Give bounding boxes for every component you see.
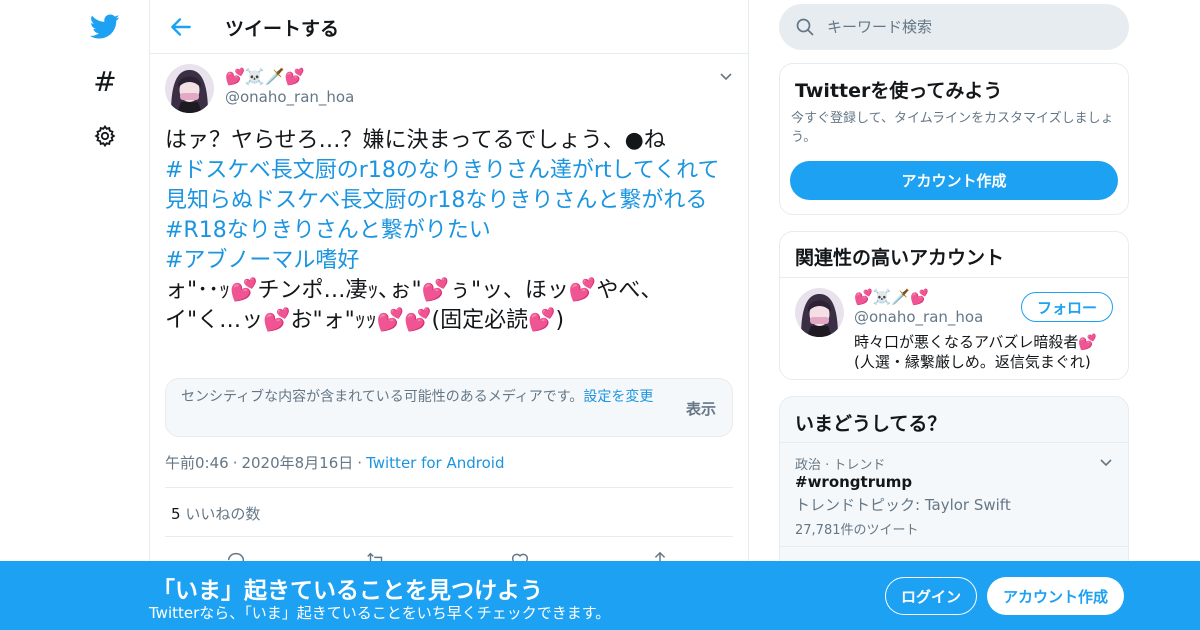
divider [780, 546, 1128, 547]
trend-topic: トレンドトピック: Taylor Swift [795, 496, 1011, 514]
likes-count[interactable]: 5 いいねの数 [171, 503, 260, 524]
create-account-button[interactable]: アカウント作成 [790, 161, 1118, 200]
related-accounts-title: 関連性の高いアカウント [795, 247, 1005, 269]
account-handle[interactable]: @onaho_ran_hoa [854, 308, 983, 326]
show-media-button[interactable]: 表示 [686, 398, 716, 419]
tweet-text-line: はァ？ヤらせろ…？嫌に決まってるでしょう、●ね [165, 128, 666, 153]
hashtag-link[interactable]: #アブノーマル嗜好 [165, 246, 735, 276]
sensitive-media-notice: センシティブな内容が含まれている可能性のあるメディアです。設定を変更 表示 [165, 378, 733, 437]
author-name[interactable]: 💕☠️🗡️💕 [225, 67, 305, 86]
sensitive-notice-label: センシティブな内容が含まれている可能性のあるメディアです。 [181, 389, 584, 405]
page-title: ツイートする [225, 18, 340, 40]
twitter-bird-icon[interactable] [88, 10, 122, 44]
main-column: ツイートする 💕☠️🗡️💕 @onaho_ran_hoa はァ？ヤらせろ…？嫌に… [149, 0, 749, 630]
signup-card-description: 今すぐ登録して、タイムラインをカスタマイズしましょう。 [791, 111, 1114, 145]
search-input[interactable] [827, 4, 1117, 50]
sensitive-notice-text: センシティブな内容が含まれている可能性のあるメディアです。設定を変更 [181, 388, 676, 407]
account-bio: 時々口が悪くなるアバズレ暗殺者💕(人選・縁繋厳しめ。返信気まぐれ) [854, 333, 1098, 371]
author-handle[interactable]: @onaho_ran_hoa [225, 88, 354, 106]
meta-separator: · [357, 454, 363, 472]
trend-name[interactable]: #wrongtrump [795, 473, 912, 491]
signup-card-title: Twitterを使ってみよう [795, 80, 1003, 102]
likes-label: いいねの数 [185, 505, 261, 523]
tweet-source-link[interactable]: Twitter for Android [366, 454, 504, 472]
tweet-text-line: ォ"･･ｯ💕チンポ…凄ｯ､ぉ"💕ぅ"ッ、ほッ💕やべ、 [165, 278, 663, 303]
trends-title: いまどうしてる？ [795, 413, 947, 435]
login-button[interactable]: ログイン [885, 577, 977, 615]
change-settings-link[interactable]: 設定を変更 [583, 389, 653, 405]
hashtag-link[interactable]: #R18なりきりさんと繋がりたい [165, 216, 735, 246]
banner-title: 「いま」起きていることを見つけよう [152, 578, 543, 604]
signup-button[interactable]: アカウント作成 [987, 577, 1124, 615]
signup-card: Twitterを使ってみよう 今すぐ登録して、タイムラインをカスタマイズしましょ… [779, 63, 1129, 215]
trend-tweet-count: 27,781件のツイート [795, 523, 919, 538]
tweet-time[interactable]: 午前0:46 [165, 454, 229, 472]
tweet-date[interactable]: 2020年8月16日 [241, 454, 353, 472]
follow-button[interactable]: フォロー [1021, 292, 1113, 322]
chevron-down-icon[interactable] [1098, 454, 1114, 470]
signup-banner: 「いま」起きていることを見つけよう Twitterなら、「いま」起きていることを… [0, 561, 1200, 630]
divider [780, 442, 1128, 443]
banner-subtitle: Twitterなら、「いま」起きていることをいち早くチェックできます。 [149, 604, 611, 622]
avatar[interactable] [165, 64, 214, 113]
tweet-text-line: イ"く…ッ💕お"ォ"ｯｯ💕💕(固定必読💕) [165, 308, 565, 333]
meta-separator: · [232, 454, 238, 472]
gear-icon[interactable] [88, 119, 122, 153]
hashtag-icon[interactable]: # [88, 64, 122, 98]
chevron-down-icon[interactable] [718, 68, 734, 84]
arrow-left-icon[interactable] [168, 14, 194, 40]
search-icon [795, 17, 815, 37]
avatar[interactable] [795, 288, 844, 337]
account-name[interactable]: 💕☠️🗡️💕 [854, 288, 929, 306]
divider [780, 277, 1128, 278]
trend-category: 政治 · トレンド [795, 458, 886, 473]
explore-glyph: # [93, 64, 117, 98]
likes-row: 5 いいねの数 [165, 487, 733, 537]
page-header: ツイートする [150, 0, 748, 54]
hashtag-link[interactable]: #ドスケベ長文厨のr18のなりきりさん達がrtしてくれて見知らぬドスケベ長文厨の… [165, 156, 735, 216]
left-nav: # [0, 0, 150, 630]
likes-number: 5 [171, 505, 181, 523]
tweet-meta: 午前0:46 · 2020年8月16日 · Twitter for Android [165, 452, 505, 473]
tweet-text: はァ？ヤらせろ…？嫌に決まってるでしょう、●ね #ドスケベ長文厨のr18のなりき… [165, 126, 735, 336]
search-box [779, 4, 1129, 50]
related-accounts-card: 関連性の高いアカウント 💕☠️🗡️💕 @onaho_ran_hoa フォロー 時… [779, 231, 1129, 380]
